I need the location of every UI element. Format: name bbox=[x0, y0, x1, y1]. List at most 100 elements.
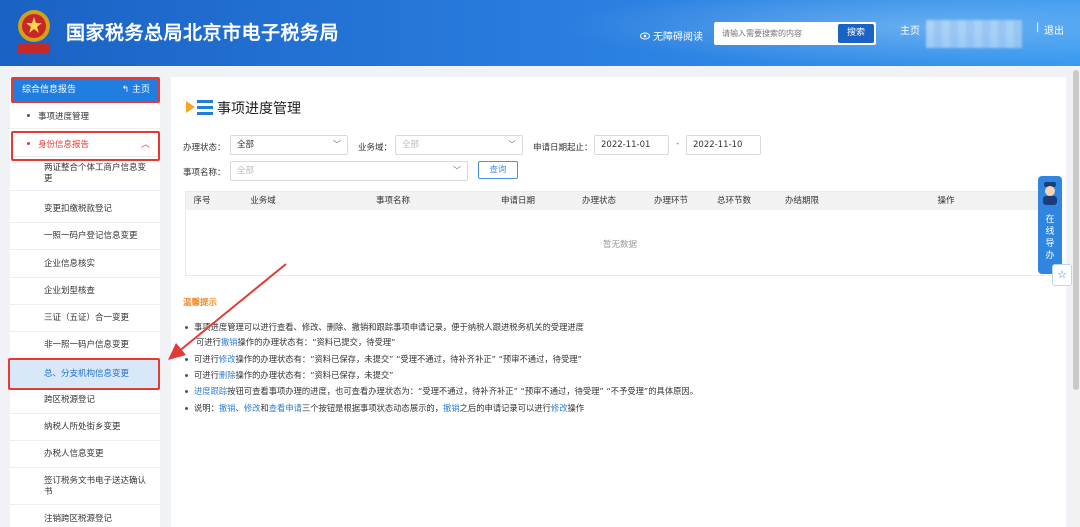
bullet-dot bbox=[185, 358, 188, 361]
chevron-down-icon: ﹀ bbox=[453, 166, 461, 175]
sidebar-item-6[interactable]: 非一照一码户信息变更 bbox=[10, 340, 160, 351]
divider bbox=[10, 222, 160, 223]
modify-link[interactable]: 修改 bbox=[219, 354, 236, 364]
tip-line: 可进行删除操作的办理状态有：“资料已保存，未提交” bbox=[185, 369, 393, 381]
sidebar-item-7-selected[interactable]: 总、分支机构信息变更 bbox=[10, 360, 160, 388]
accessibility-link[interactable]: 无障碍阅读 bbox=[640, 28, 703, 43]
tip-text: 可进行 bbox=[194, 370, 219, 380]
page-title: 事项进度管理 bbox=[217, 101, 301, 117]
eye-icon bbox=[640, 32, 650, 39]
accessibility-label: 无障碍阅读 bbox=[653, 32, 703, 43]
chevron-down-icon: ﹀ bbox=[333, 140, 341, 149]
divider bbox=[10, 304, 160, 305]
search-input[interactable] bbox=[714, 23, 836, 44]
sidebar-group-identity[interactable]: 身份信息报告 ︿ bbox=[10, 138, 160, 150]
bullet-dot bbox=[185, 390, 188, 393]
tip-line: 说明：撤销、修改和查看申请三个按钮是根据事项状态动态展示的，撤销之后的申请记录可… bbox=[185, 402, 584, 414]
divider bbox=[10, 277, 160, 278]
tip-text: 事项进度管理可以进行查看、修改、删除、撤销和跟踪事项申请记录，便于纳税人跟进税务… bbox=[194, 322, 584, 332]
modify-link[interactable]: 修改 bbox=[551, 403, 568, 413]
sidebar-header-label: 综合信息报告 bbox=[22, 85, 77, 95]
chevron-down-icon: ﹀ bbox=[508, 140, 516, 149]
date-from-input[interactable]: 2022-11-01 bbox=[594, 135, 669, 155]
guide-label: 在 线 导 办 bbox=[1038, 214, 1062, 262]
divider bbox=[10, 504, 160, 505]
modify-link[interactable]: 修改 bbox=[244, 403, 261, 413]
progress-track-link[interactable]: 进度跟踪 bbox=[194, 386, 227, 396]
sidebar-item-12[interactable]: 注销跨区税源登记 bbox=[10, 514, 160, 525]
tip-text: 之后的申请记录可以进行 bbox=[459, 403, 551, 413]
status-select[interactable]: 全部 ﹀ bbox=[230, 135, 348, 155]
tip-text: 操作的办理状态有：“资料已保存，未提交” bbox=[235, 370, 394, 380]
sidebar-item-8[interactable]: 跨区税源登记 bbox=[10, 395, 160, 406]
divider bbox=[10, 388, 160, 389]
sidebar-home-label: 主页 bbox=[131, 85, 150, 95]
tip-line: 可进行修改操作的办理状态有：“资料已保存，未提交” “受理不通过，待补齐补正” … bbox=[185, 353, 582, 365]
page-scrollbar[interactable] bbox=[1072, 66, 1080, 527]
tip-text: 按钮可查看事项办理的进度，也可查看办理状态为：“受理不通过，待补齐补正” “预审… bbox=[227, 386, 699, 396]
sidebar-item-9[interactable]: 纳税人所处街乡变更 bbox=[10, 422, 160, 433]
logout-link[interactable]: 退出 bbox=[1044, 22, 1064, 37]
sidebar-item-11[interactable]: 签订税务文书电子送达确认书 bbox=[10, 476, 160, 498]
delete-link[interactable]: 删除 bbox=[219, 370, 236, 380]
domain-select-value: 全部 bbox=[402, 140, 420, 150]
sidebar-item-10[interactable]: 办税人信息变更 bbox=[10, 449, 160, 460]
date-to-input[interactable]: 2022-11-10 bbox=[686, 135, 761, 155]
sidebar-header[interactable]: 综合信息报告 ↰ 主页 bbox=[12, 79, 158, 101]
site-title: 国家税务总局北京市电子税务局 bbox=[66, 22, 340, 44]
sidebar-item-1[interactable]: 变更扣缴税款登记 bbox=[10, 204, 160, 215]
tip-text: 可进行 bbox=[196, 337, 221, 347]
sidebar-item-label: 事项进度管理 bbox=[38, 112, 90, 122]
sidebar-item-0[interactable]: 两证整合个体工商户信息变更 bbox=[10, 163, 160, 185]
guide-char: 导 bbox=[1045, 239, 1055, 249]
guide-char: 办 bbox=[1045, 251, 1055, 261]
status-label: 办理状态： bbox=[183, 143, 226, 153]
query-button[interactable]: 查询 bbox=[478, 161, 518, 179]
revoke-link[interactable]: 撤销 bbox=[219, 403, 236, 413]
sidebar-item-4[interactable]: 企业划型核查 bbox=[10, 286, 160, 297]
status-select-value: 全部 bbox=[237, 140, 255, 150]
divider bbox=[10, 128, 160, 129]
back-arrow-icon: ↰ bbox=[121, 85, 130, 95]
tip-text: 操作的办理状态有：“资料已提交，待受理” bbox=[237, 337, 396, 347]
sidebar-item-5[interactable]: 三证（五证）合一变更 bbox=[10, 313, 160, 324]
sidebar-home-link[interactable]: ↰ 主页 bbox=[122, 79, 150, 101]
sidebar-item-progress[interactable]: 事项进度管理 bbox=[10, 110, 160, 122]
assistant-tab-icon[interactable]: ☆ bbox=[1052, 264, 1072, 286]
column-header: 办结期限 bbox=[784, 196, 819, 206]
scrollbar-thumb[interactable] bbox=[1073, 70, 1079, 390]
column-header: 总环节数 bbox=[716, 196, 751, 206]
bullet-dot bbox=[27, 114, 30, 117]
tip-line: 事项进度管理可以进行查看、修改、删除、撤销和跟踪事项申请记录，便于纳税人跟进税务… bbox=[185, 321, 584, 333]
divider bbox=[10, 249, 160, 250]
column-header: 事项名称 bbox=[375, 196, 410, 206]
top-header: 国家税务总局北京市电子税务局 无障碍阅读 搜索 主页 | 退出 bbox=[0, 0, 1080, 66]
sidebar-group-label: 身份信息报告 bbox=[38, 140, 90, 150]
tip-text: 说明： bbox=[194, 403, 219, 413]
view-application-link[interactable]: 查看申请 bbox=[269, 403, 302, 413]
revoke-link[interactable]: 撤销 bbox=[221, 337, 238, 347]
item-name-select[interactable]: 全部 ﹀ bbox=[230, 161, 468, 181]
table-header: 序号 业务域 事项名称 申请日期 办理状态 办理环节 总环节数 办结期限 操作 bbox=[186, 192, 1054, 210]
domain-label: 业务域： bbox=[358, 143, 393, 153]
tips-title: 温馨提示 bbox=[183, 298, 218, 308]
sidebar-item-3[interactable]: 企业信息核实 bbox=[10, 259, 160, 270]
main-panel: 事项进度管理 办理状态： 全部 ﹀ 业务域： 全部 ﹀ 申请日期起止： 2022… bbox=[171, 77, 1066, 527]
divider bbox=[10, 467, 160, 468]
revoke-link[interactable]: 撤销 bbox=[443, 403, 460, 413]
search-box: 搜索 bbox=[714, 22, 876, 45]
tip-text: 和 bbox=[260, 403, 269, 413]
tip-text: 可进行 bbox=[194, 354, 219, 364]
bullet-dot bbox=[185, 374, 188, 377]
domain-select[interactable]: 全部 ﹀ bbox=[395, 135, 523, 155]
sidebar-item-2[interactable]: 一照一码户登记信息变更 bbox=[10, 231, 160, 242]
date-separator: - bbox=[676, 139, 680, 149]
tip-text: 操作 bbox=[567, 403, 585, 413]
nav-home-link[interactable]: 主页 bbox=[900, 22, 920, 37]
online-guide-float[interactable]: 在 线 导 办 bbox=[1038, 176, 1062, 274]
column-header: 申请日期 bbox=[500, 196, 535, 206]
tip-line: 进度跟踪按钮可查看事项办理的进度，也可查看办理状态为：“受理不通过，待补齐补正”… bbox=[185, 385, 698, 397]
user-name-blurred bbox=[926, 20, 1022, 48]
search-button[interactable]: 搜索 bbox=[838, 24, 874, 43]
sidebar: 综合信息报告 ↰ 主页 事项进度管理 身份信息报告 ︿ 两证整合个体工商户信息变… bbox=[10, 77, 160, 527]
